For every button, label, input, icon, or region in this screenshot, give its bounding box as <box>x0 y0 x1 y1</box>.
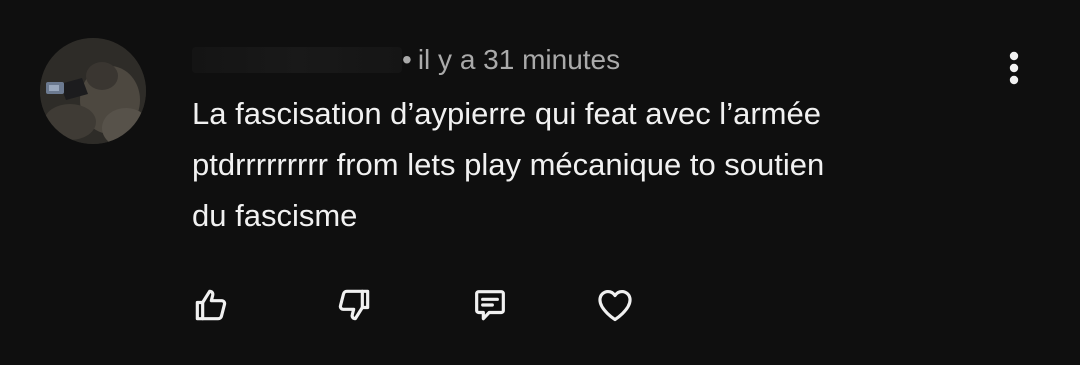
comment-meta: • il y a 31 minutes <box>402 44 620 76</box>
more-vertical-icon <box>1009 51 1019 85</box>
comment-text: La fascisation d’aypierre qui feat avec … <box>192 88 982 241</box>
comment-text-line: ptdrrrrrrrrr from lets play mécanique to… <box>192 147 825 182</box>
comment-timestamp[interactable]: il y a 31 minutes <box>418 44 620 75</box>
like-button[interactable] <box>187 281 235 329</box>
reply-button[interactable] <box>466 281 514 329</box>
meta-separator: • <box>402 44 412 75</box>
reply-comment-icon <box>475 290 505 321</box>
comment-item: • il y a 31 minutes La fascisation d’aypi… <box>0 0 1080 365</box>
thumbs-down-icon <box>338 289 370 321</box>
avatar-image <box>40 38 146 144</box>
thumbs-up-icon <box>195 289 227 321</box>
comment-header: • il y a 31 minutes <box>192 42 620 78</box>
avatar[interactable] <box>40 38 146 144</box>
comment-text-line: du fascisme <box>192 198 358 233</box>
author-name[interactable] <box>192 47 402 73</box>
heart-icon <box>598 289 632 322</box>
comment-menu-button[interactable] <box>996 46 1032 90</box>
dislike-button[interactable] <box>330 281 378 329</box>
comment-text-line: La fascisation d’aypierre qui feat avec … <box>192 96 821 131</box>
heart-button[interactable] <box>591 281 639 329</box>
